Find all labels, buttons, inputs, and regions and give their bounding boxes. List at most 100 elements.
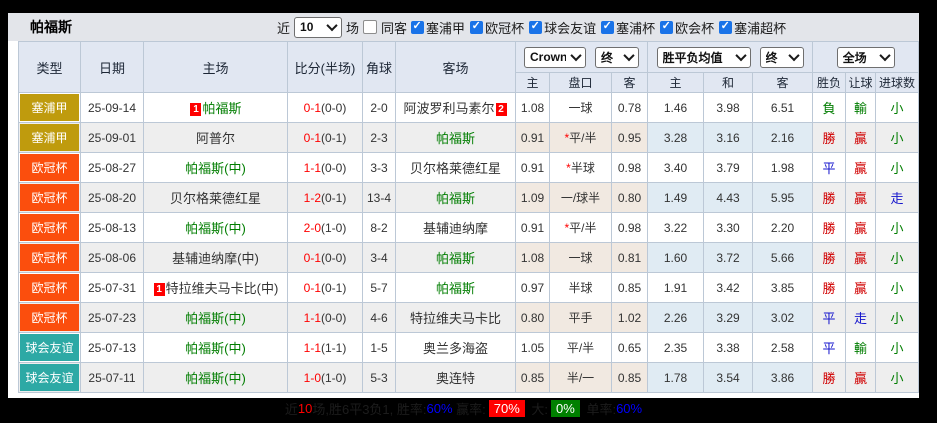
team-name[interactable]: 帕福斯 xyxy=(436,131,475,146)
team-name[interactable]: 帕福斯(中) xyxy=(185,341,246,356)
match-date: 25-07-23 xyxy=(80,302,144,333)
team-name[interactable]: 奥兰多海盗 xyxy=(423,341,488,356)
league-filter-checkbox[interactable] xyxy=(470,19,484,34)
away-team[interactable]: 阿波罗利马素尔 2 xyxy=(395,92,516,123)
home-team[interactable]: 1 帕福斯 xyxy=(143,92,288,123)
changed-odds-star: * xyxy=(566,161,571,175)
col-type: 类型 xyxy=(18,41,81,93)
summary-segment: 60% xyxy=(426,400,453,416)
away-team[interactable]: 奥兰多海盗 xyxy=(395,332,516,363)
away-team[interactable]: 奥连特 xyxy=(395,362,516,393)
result-handicap: 贏 xyxy=(845,212,877,243)
recent-count-select[interactable]: 10 xyxy=(294,16,343,38)
home-team[interactable]: 1 特拉维夫马卡比(中) xyxy=(143,272,288,303)
fulltime-score: 0-1 xyxy=(303,100,321,115)
col-result-wdl: 胜负 xyxy=(812,72,847,93)
euro-away-odds: 2.16 xyxy=(752,122,814,153)
team-name[interactable]: 特拉维夫马卡比(中) xyxy=(166,281,279,296)
league-filter-checkbox[interactable] xyxy=(529,19,543,34)
result-handicap: 贏 xyxy=(845,182,877,213)
team-name[interactable]: 帕福斯(中) xyxy=(185,161,246,176)
home-team[interactable]: 帕福斯(中) xyxy=(143,302,288,333)
team-name[interactable]: 基辅迪纳摩 xyxy=(423,221,488,236)
team-name[interactable]: 贝尔格莱德红星 xyxy=(170,191,261,206)
euro-draw-odds: 3.54 xyxy=(703,362,754,393)
team-name[interactable]: 奥连特 xyxy=(436,371,475,386)
result-handicap: 走 xyxy=(845,302,877,333)
scope-select-group: 全场 xyxy=(812,41,920,73)
euro-draw-odds: 3.30 xyxy=(703,212,754,243)
euro-away-odds: 5.66 xyxy=(752,242,814,273)
europe-final-select[interactable]: 终 xyxy=(759,46,804,68)
away-team[interactable]: 贝尔格莱德红星 xyxy=(395,152,516,183)
fulltime-score: 1-1 xyxy=(303,160,321,175)
euro-home-odds: 1.46 xyxy=(647,92,705,123)
home-team[interactable]: 帕福斯(中) xyxy=(143,362,288,393)
league-filter-checkbox[interactable] xyxy=(719,19,733,34)
team-name[interactable]: 帕福斯 xyxy=(436,281,475,296)
away-team[interactable]: 帕福斯 xyxy=(395,272,516,303)
home-team[interactable]: 帕福斯(中) xyxy=(143,152,288,183)
fulltime-score: 1-2 xyxy=(303,190,321,205)
handicap: 一球 xyxy=(549,242,612,273)
team-title: 帕福斯 xyxy=(30,19,72,35)
chevron-down-icon xyxy=(623,49,635,62)
away-team[interactable]: 特拉维夫马卡比 xyxy=(395,302,516,333)
team-name[interactable]: 阿波罗利马素尔 xyxy=(403,101,494,116)
col-score: 比分(半场) xyxy=(287,41,363,93)
euro-away-odds: 3.02 xyxy=(752,302,814,333)
team-name[interactable]: 帕福斯 xyxy=(436,191,475,206)
team-name[interactable]: 特拉维夫马卡比 xyxy=(410,311,501,326)
bookmaker-select[interactable]: Crown xyxy=(524,46,587,68)
league-badge: 欧冠杯 xyxy=(18,302,81,333)
home-team[interactable]: 帕福斯(中) xyxy=(143,212,288,243)
matches-label: 场 xyxy=(346,20,360,36)
team-name[interactable]: 基辅迪纳摩(中) xyxy=(172,251,259,266)
home-team[interactable]: 阿普尔 xyxy=(143,122,288,153)
team-name[interactable]: 帕福斯(中) xyxy=(185,311,246,326)
league-filter-checkbox[interactable] xyxy=(411,19,425,34)
europe-odds-select[interactable]: 胜平负均值 xyxy=(656,46,751,68)
crown-away-odds: 0.98 xyxy=(610,152,649,183)
match-date: 25-07-11 xyxy=(80,362,144,393)
euro-home-odds: 2.35 xyxy=(647,332,705,363)
team-name[interactable]: 帕福斯 xyxy=(202,101,241,116)
handicap: *平/半 xyxy=(549,212,612,243)
team-name[interactable]: 贝尔格莱德红星 xyxy=(410,161,501,176)
same-away-checkbox[interactable] xyxy=(363,20,378,34)
league-filter-label: 塞浦甲 xyxy=(426,20,466,36)
team-name[interactable]: 帕福斯(中) xyxy=(185,221,246,236)
crown-away-odds: 0.81 xyxy=(610,242,649,273)
away-team[interactable]: 基辅迪纳摩 xyxy=(395,212,516,243)
crown-final-select[interactable]: 终 xyxy=(595,46,640,68)
crown-home-odds: 1.08 xyxy=(515,242,550,273)
team-name[interactable]: 帕福斯 xyxy=(436,251,475,266)
away-team[interactable]: 帕福斯 xyxy=(395,182,516,213)
league-filter-checkbox[interactable] xyxy=(660,19,674,34)
euro-away-odds: 2.20 xyxy=(752,212,814,243)
league-filter-checkbox[interactable] xyxy=(601,19,615,34)
col-crown-home: 主 xyxy=(515,72,550,93)
team-name[interactable]: 帕福斯(中) xyxy=(185,371,246,386)
away-team[interactable]: 帕福斯 xyxy=(395,122,516,153)
home-team[interactable]: 基辅迪纳摩(中) xyxy=(143,242,288,273)
fulltime-score: 1-1 xyxy=(303,340,321,355)
match-row: 欧冠杯 25-07-23 帕福斯(中) 1-1(0-0) 4-6 特拉维夫马卡比 0.80 平… xyxy=(18,302,920,333)
col-corner: 角球 xyxy=(362,41,396,93)
home-team[interactable]: 帕福斯(中) xyxy=(143,332,288,363)
col-euro-draw: 和 xyxy=(703,72,754,93)
team-name[interactable]: 阿普尔 xyxy=(196,131,235,146)
fulltime-score: 1-1 xyxy=(303,310,321,325)
corner-score: 13-4 xyxy=(362,182,396,213)
result-wdl: 勝 xyxy=(812,122,847,153)
halftime-score: (0-0) xyxy=(321,160,347,175)
home-team[interactable]: 贝尔格莱德红星 xyxy=(143,182,288,213)
result-goals: 小 xyxy=(875,92,920,123)
crown-home-odds: 0.91 xyxy=(515,152,550,183)
away-team[interactable]: 帕福斯 xyxy=(395,242,516,273)
euro-draw-odds: 4.43 xyxy=(703,182,754,213)
scope-select[interactable]: 全场 xyxy=(836,46,895,68)
league-badge: 欧冠杯 xyxy=(18,242,81,273)
col-crown-away: 客 xyxy=(610,72,649,93)
handicap: 平/半 xyxy=(549,332,612,363)
